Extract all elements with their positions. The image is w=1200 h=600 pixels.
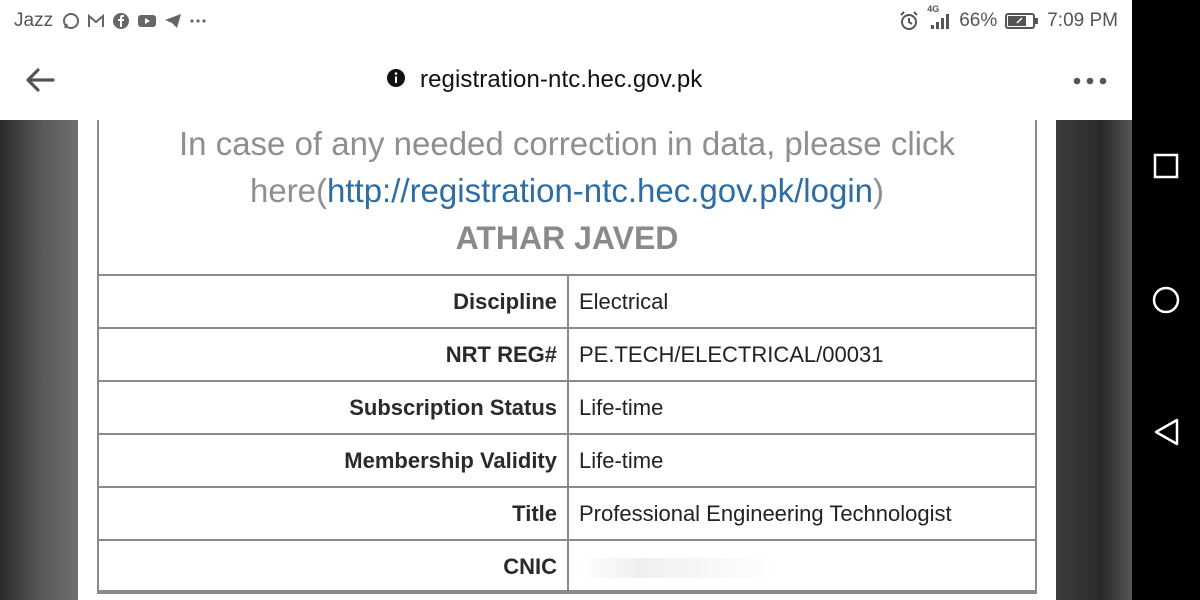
row-value: Professional Engineering Technologist	[567, 486, 1037, 541]
row-value: Life-time	[567, 380, 1037, 435]
correction-notice: In case of any needed correction in data…	[99, 120, 1035, 214]
recents-button[interactable]	[1146, 146, 1186, 186]
triangle-back-icon	[1154, 418, 1179, 446]
record-box: In case of any needed correction in data…	[97, 120, 1037, 594]
site-info-icon[interactable]	[386, 68, 406, 93]
details-table: Discipline Electrical NRT REG# PE.TECH/E…	[97, 274, 1037, 594]
background-right	[1056, 120, 1132, 600]
recents-icon	[1153, 153, 1179, 179]
back-button[interactable]	[22, 62, 58, 98]
url-text[interactable]: registration-ntc.hec.gov.pk	[420, 66, 702, 94]
content-card: In case of any needed correction in data…	[78, 120, 1056, 600]
table-row: CNIC	[97, 539, 1037, 594]
back-arrow-icon	[26, 68, 55, 92]
status-right: 4G 66% 7:09 PM	[899, 4, 1118, 32]
row-value: PE.TECH/ELECTRICAL/00031	[567, 327, 1037, 382]
holder-name: ATHAR JAVED	[455, 220, 679, 256]
alarm-icon	[899, 11, 919, 31]
network-type-label: 4G	[927, 4, 940, 14]
android-nav-bar	[1132, 0, 1200, 600]
signal-icon: 4G	[927, 4, 951, 30]
login-link[interactable]: http://registration-ntc.hec.gov.pk/login	[327, 172, 873, 209]
youtube-icon	[137, 13, 157, 29]
battery-percent: 66%	[959, 10, 998, 31]
table-row: NRT REG# PE.TECH/ELECTRICAL/00031	[97, 327, 1037, 382]
address-bar[interactable]: registration-ntc.hec.gov.pk	[386, 66, 702, 94]
row-label: NRT REG#	[97, 327, 569, 382]
row-label: Subscription Status	[97, 380, 569, 435]
nav-back-button[interactable]	[1146, 412, 1186, 452]
gmail-icon	[87, 13, 105, 29]
home-button[interactable]	[1146, 280, 1186, 320]
carrier-label: Jazz	[14, 10, 54, 31]
whatsapp-icon	[62, 12, 80, 30]
battery-icon	[1005, 12, 1039, 30]
home-icon	[1152, 286, 1180, 314]
facebook-icon	[112, 12, 130, 30]
cnic-value	[567, 539, 1037, 594]
table-row: Membership Validity Life-time	[97, 433, 1037, 488]
status-left: Jazz	[14, 10, 207, 32]
clock: 7:09 PM	[1047, 10, 1118, 31]
more-options-icon	[1073, 77, 1107, 85]
cnic-redacted	[579, 557, 779, 578]
row-value: Life-time	[567, 433, 1037, 488]
telegram-icon	[164, 13, 182, 29]
more-notifications-icon	[189, 18, 207, 24]
status-bar: Jazz 4G 66% 7:09 PM	[0, 0, 1132, 42]
row-label: Membership Validity	[97, 433, 569, 488]
row-label: Discipline	[97, 274, 569, 329]
background-left	[0, 120, 78, 600]
notice-close: )	[873, 172, 885, 209]
table-row: Title Professional Engineering Technolog…	[97, 486, 1037, 541]
table-row: Subscription Status Life-time	[97, 380, 1037, 435]
row-label: Title	[97, 486, 569, 541]
row-value: Electrical	[567, 274, 1037, 329]
row-label: CNIC	[97, 539, 569, 594]
page-viewport[interactable]: In case of any needed correction in data…	[0, 120, 1132, 600]
browser-toolbar: registration-ntc.hec.gov.pk	[0, 42, 1132, 120]
table-row: Discipline Electrical	[97, 274, 1037, 329]
more-options-button[interactable]	[1070, 68, 1110, 94]
